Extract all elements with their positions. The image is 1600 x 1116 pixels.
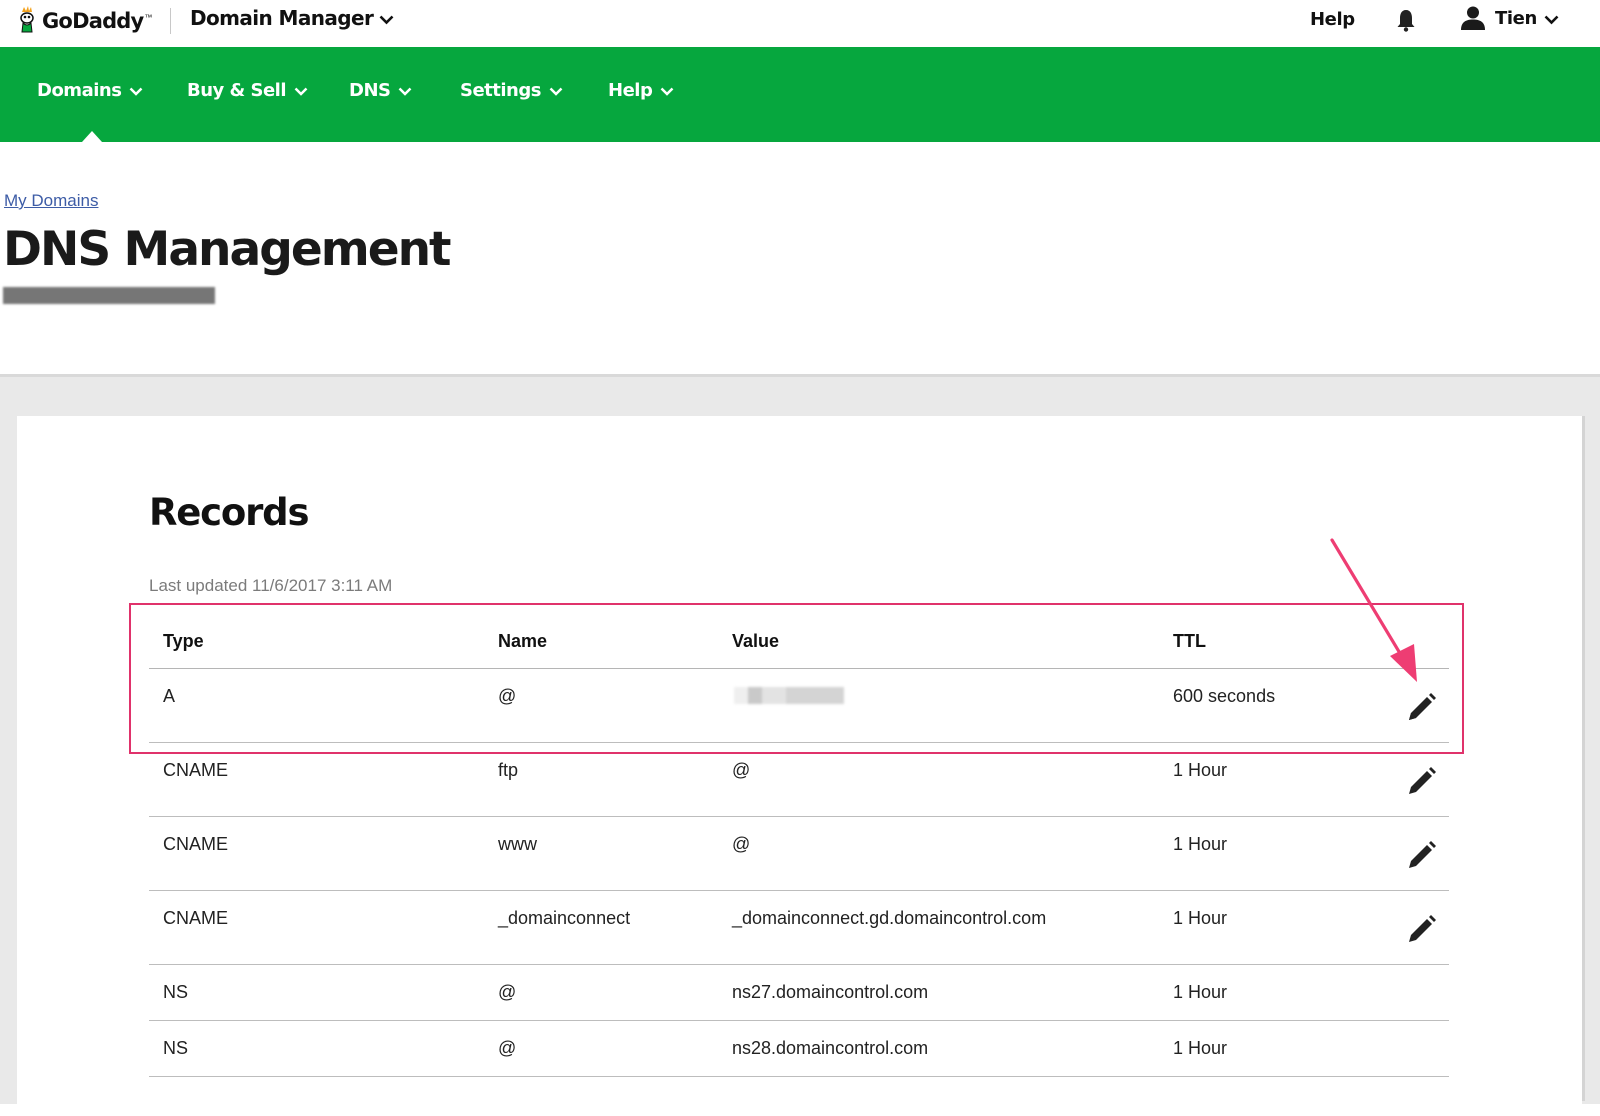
nav-buy-sell-label: Buy & Sell (187, 80, 287, 101)
chevron-down-icon (379, 15, 394, 24)
nav-domains-label: Domains (37, 80, 122, 101)
record-ttl: 600 seconds (1173, 686, 1276, 706)
redacted-record-value (734, 687, 844, 704)
record-name: _domainconnect (498, 908, 631, 928)
bell-icon[interactable] (1396, 9, 1416, 32)
record-value: @ (732, 834, 751, 854)
record-type: A (163, 686, 176, 706)
chevron-down-icon (130, 87, 143, 96)
record-type: NS (163, 1038, 189, 1058)
edit-icon[interactable] (1404, 913, 1438, 947)
nav-help[interactable]: Help (608, 80, 674, 101)
breadcrumb-my-domains[interactable]: My Domains (4, 191, 98, 211)
table-row: CNAME ftp @ 1 Hour (149, 743, 1449, 817)
chevron-down-icon (660, 87, 674, 96)
nav-settings[interactable]: Settings (460, 80, 563, 101)
godaddy-logo[interactable]: GoDaddy ™ (18, 2, 152, 40)
record-ttl: 1 Hour (1173, 834, 1228, 854)
table-row: NS @ ns27.domaincontrol.com 1 Hour (149, 965, 1449, 1021)
nav-help-label: Help (608, 80, 653, 101)
page-title: DNS Management (3, 222, 452, 277)
nav-settings-label: Settings (460, 80, 541, 101)
user-name: Tien (1495, 7, 1537, 29)
table-header: Type Name Value TTL (149, 614, 1449, 669)
column-header-ttl: TTL (1173, 631, 1206, 651)
records-title: Records (149, 491, 309, 534)
record-ttl: 1 Hour (1173, 760, 1228, 780)
table-row: CNAME www @ 1 Hour (149, 817, 1449, 891)
card-shadow (1582, 416, 1585, 1101)
record-value: @ (732, 760, 751, 780)
record-type: CNAME (163, 908, 229, 928)
table-row: CNAME _domainconnect _domainconnect.gd.d… (149, 891, 1449, 965)
record-name: ftp (498, 760, 519, 780)
column-header-type: Type (163, 631, 204, 651)
top-help-link[interactable]: Help (1310, 9, 1355, 30)
nav-buy-sell[interactable]: Buy & Sell (187, 80, 308, 101)
record-type: CNAME (163, 760, 229, 780)
user-menu[interactable]: Tien (1460, 5, 1559, 31)
edit-icon[interactable] (1404, 839, 1438, 873)
chevron-down-icon (294, 87, 308, 96)
record-ttl: 1 Hour (1173, 1038, 1228, 1058)
top-bar: GoDaddy ™ Domain Manager Help Tien (0, 0, 1600, 47)
brand-trademark: ™ (144, 12, 153, 22)
nav-dns[interactable]: DNS (349, 80, 412, 101)
table-row: A @ 600 seconds (149, 669, 1449, 743)
edit-icon[interactable] (1404, 691, 1438, 725)
brand-name: GoDaddy (42, 9, 144, 33)
app-switcher[interactable]: Domain Manager (190, 6, 394, 30)
record-name: @ (498, 982, 517, 1002)
record-type: NS (163, 982, 189, 1002)
record-ttl: 1 Hour (1173, 982, 1228, 1002)
records-table: Type Name Value TTL A @ 600 seconds CNAM… (149, 614, 1449, 1077)
active-nav-indicator (82, 131, 102, 142)
record-type: CNAME (163, 834, 229, 854)
chevron-down-icon (549, 87, 563, 96)
chevron-down-icon (399, 87, 412, 96)
column-header-value: Value (732, 631, 780, 651)
redacted-domain-name (3, 287, 215, 304)
last-updated: Last updated 11/6/2017 3:11 AM (149, 576, 393, 595)
nav-dns-label: DNS (349, 80, 391, 101)
record-ttl: 1 Hour (1173, 908, 1228, 928)
table-row: NS @ ns28.domaincontrol.com 1 Hour (149, 1021, 1449, 1077)
brand-divider (170, 8, 171, 34)
record-value: ns27.domaincontrol.com (732, 982, 929, 1002)
record-name: @ (498, 1038, 517, 1058)
chevron-down-icon (1544, 15, 1559, 24)
record-value: _domainconnect.gd.domaincontrol.com (732, 908, 1047, 928)
user-icon (1461, 6, 1485, 30)
edit-icon[interactable] (1404, 765, 1438, 799)
godaddy-logo-icon (20, 6, 34, 33)
column-header-name: Name (498, 631, 548, 651)
record-name: www (498, 834, 537, 854)
record-value: ns28.domaincontrol.com (732, 1038, 929, 1058)
main-nav: Domains Buy & Sell DNS Settings Help (0, 47, 1600, 142)
app-name: Domain Manager (190, 6, 374, 30)
nav-domains[interactable]: Domains (37, 80, 143, 101)
record-name: @ (498, 686, 517, 706)
